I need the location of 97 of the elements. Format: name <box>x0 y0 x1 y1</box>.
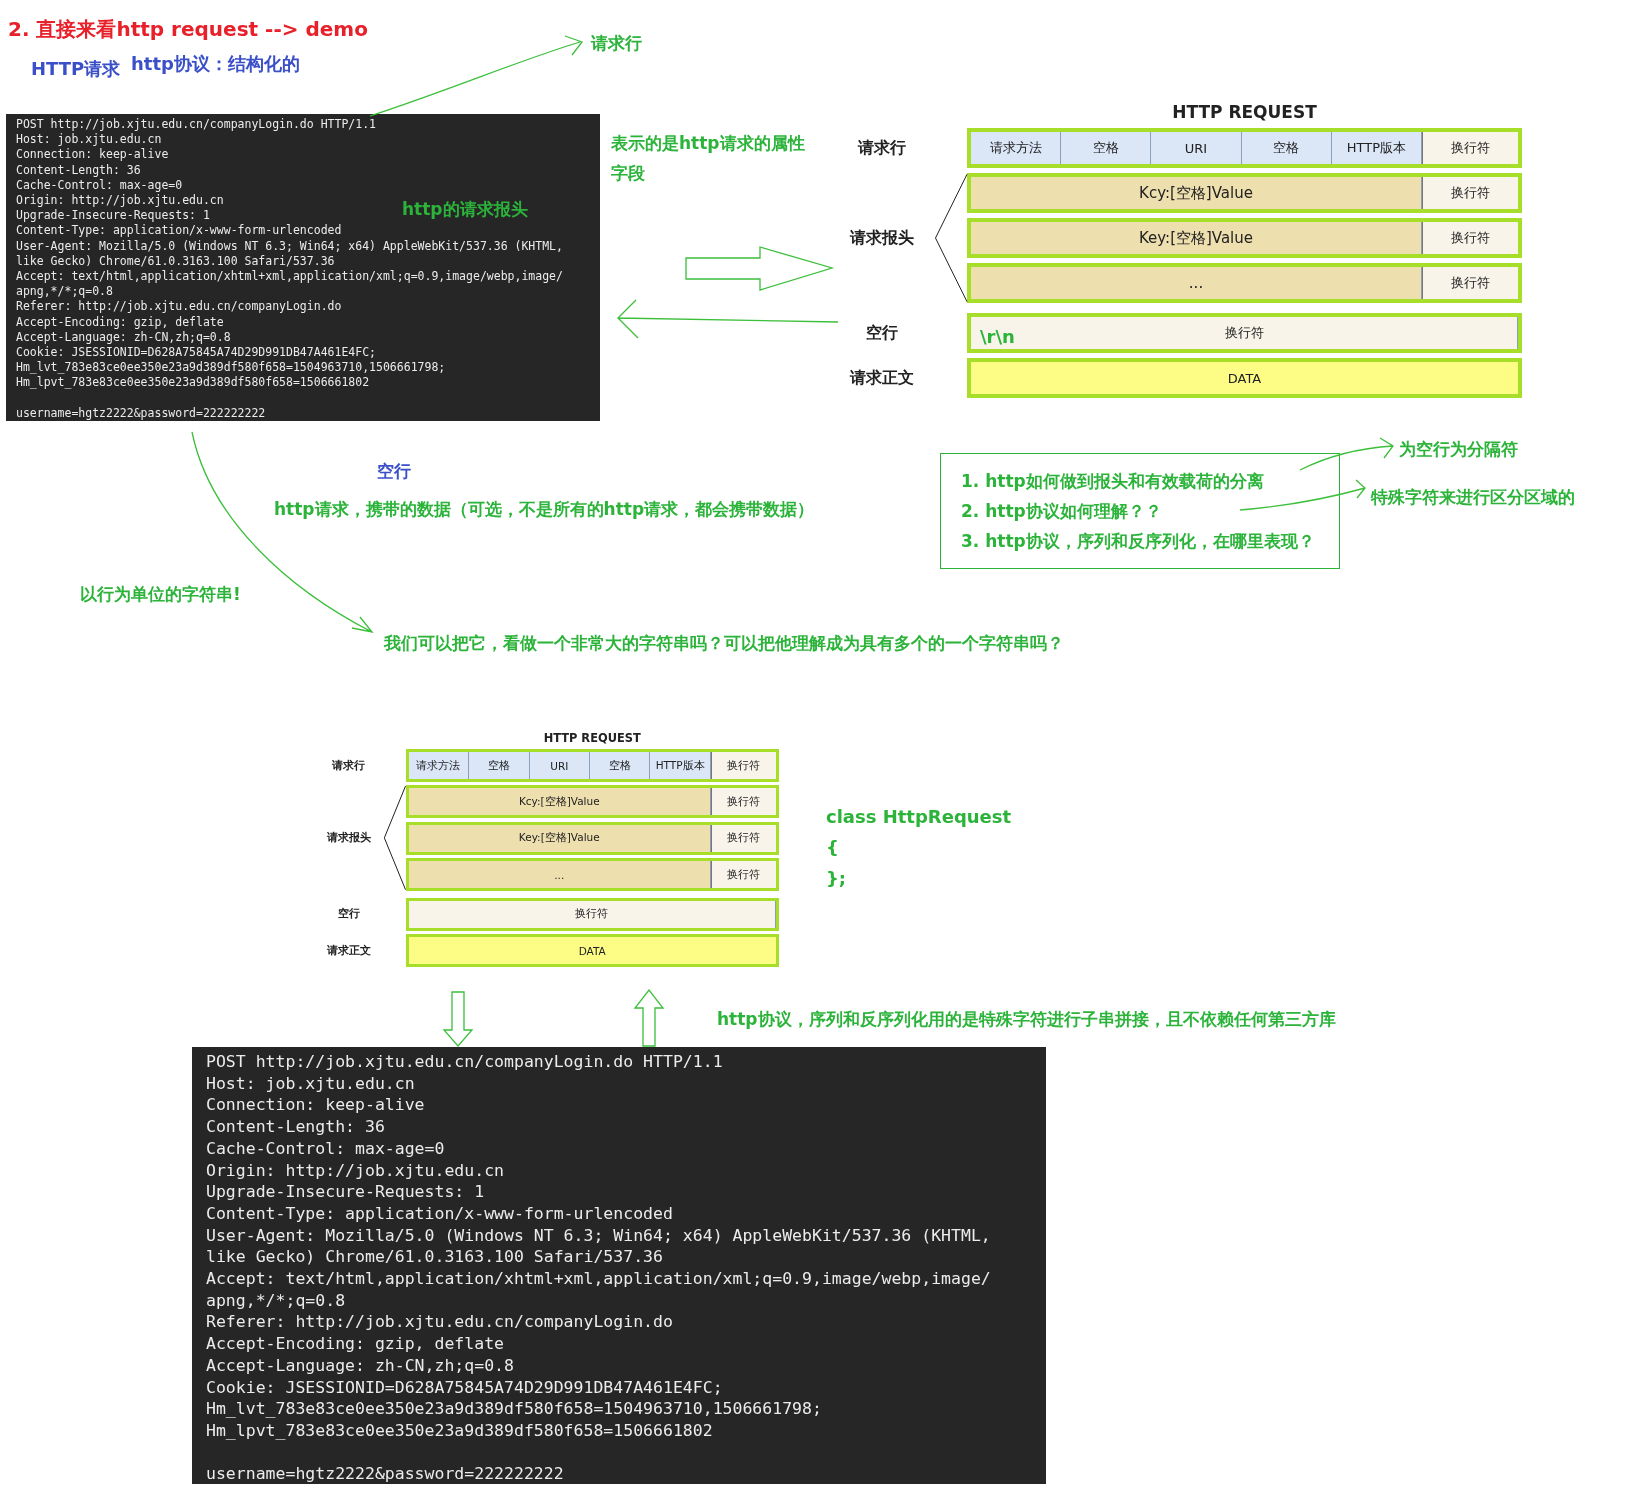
terminal-line: Referer: http://job.xjtu.edu.cn/companyLogin.do <box>206 1311 673 1334</box>
question-text: 3. http协议，序列和反序列化，在哪里表现？ <box>961 530 1316 553</box>
terminal-line: Cache-Control: max-age=0 <box>16 177 183 193</box>
diagram-cell: URI <box>1151 132 1242 164</box>
diagram-cell: 换行符 <box>1422 132 1518 164</box>
terminal-line: Content-Type: application/x-www-form-urlencoded <box>206 1202 673 1225</box>
crlf-text: \r\n <box>980 326 1015 347</box>
terminal-line: Hm_lpvt_783e83ce0ee350e23a9d389df580f658=1506661802 <box>16 375 370 391</box>
terminal-line: POST http://job.xjtu.edu.cn/companyLogin.do HTTP/1.1 <box>206 1051 723 1073</box>
diagram-cell: 换行符 <box>1422 177 1518 209</box>
terminal-line: Connection: keep-alive <box>16 147 169 163</box>
diagram-cell: 空格 <box>1241 132 1332 164</box>
row-label: 请求行 <box>856 136 907 159</box>
annotation-text: 特殊字符来进行区分区域的 <box>1371 486 1575 509</box>
terminal-line: Hm_lvt_783e83ce0ee350e23a9d389df580f658=1504963710,1506661798; <box>16 360 446 376</box>
annotation-text: http请求，携带的数据（可选，不是所有的http请求，都会携带数据） <box>274 498 815 521</box>
diagram-cell: Kcy:[空格]Value <box>971 177 1422 209</box>
terminal-line: Cache-Control: max-age=0 <box>206 1137 445 1160</box>
terminal-line: Cookie: JSESSIONID=D628A75845A74D29D991DB47A461E4FC; <box>206 1376 723 1399</box>
terminal-line: apng,*/*;q=0.8 <box>206 1289 346 1312</box>
question-text: 2. http协议如何理解？？ <box>961 500 1163 523</box>
terminal-line: Accept-Language: zh-CN,zh;q=0.8 <box>206 1354 514 1377</box>
row-label: 请求正文 <box>848 366 915 389</box>
diagram-cell: 换行符 <box>710 788 776 816</box>
terminal-line: Content-Length: 36 <box>16 162 141 178</box>
terminal-line: Accept-Encoding: gzip, deflate <box>16 314 224 330</box>
diagram-title: HTTP REQUEST <box>542 731 642 745</box>
terminal-line: User-Agent: Mozilla/5.0 (Windows NT 6.3; Win64; x64) AppleWebKit/537.36 (KHTML, <box>16 238 563 254</box>
annotation-text: 空行 <box>377 460 411 483</box>
terminal-line: User-Agent: Mozilla/5.0 (Windows NT 6.3; Win64; x64) AppleWebKit/537.36 (KHTML, <box>206 1224 991 1247</box>
annotation-text: http协议，序列和反序列化用的是特殊字符进行子串拼接，且不依赖任何第三方库 <box>717 1008 1336 1031</box>
terminal-line: Cookie: JSESSIONID=D628A75845A74D29D991DB47A461E4FC; <box>16 345 377 361</box>
diagram-cell: URI <box>529 752 590 780</box>
terminal-line: Host: job.xjtu.edu.cn <box>16 132 162 148</box>
terminal-line: Content-Length: 36 <box>206 1116 385 1138</box>
diagram-cell: 空格 <box>589 752 651 780</box>
annotation-text: http的请求报头 <box>402 198 528 221</box>
diagram-cell: 换行符 <box>1422 267 1518 299</box>
diagram-cell: Key:[空格]Value <box>971 222 1422 254</box>
row-label: 空行 <box>865 321 899 344</box>
row-label: 空行 <box>336 906 361 923</box>
terminal-line: Hm_lvt_783e83ce0ee350e23a9d389df580f658=1504963710,1506661798; <box>206 1398 822 1420</box>
row-label: 请求报头 <box>848 226 915 249</box>
diagram-cell: HTTP版本 <box>650 752 711 780</box>
row-label: 请求行 <box>331 757 367 774</box>
terminal-line: like Gecko) Chrome/61.0.3163.100 Safari/537.36 <box>16 253 335 270</box>
terminal-line: Connection: keep-alive <box>206 1094 425 1117</box>
diagram-cell: 换行符 <box>710 752 776 780</box>
terminal-line: like Gecko) Chrome/61.0.3163.100 Safari/537.36 <box>206 1246 663 1269</box>
code-line: { <box>826 836 840 860</box>
terminal-line: username=hgtz2222&password=222222222 <box>206 1463 564 1486</box>
arrow-stroke <box>633 988 665 1047</box>
diagram-cell: Key:[空格]Value <box>408 824 711 852</box>
diagram-title: HTTP REQUEST <box>1171 102 1318 122</box>
terminal-line: Origin: http://job.xjtu.edu.cn <box>16 193 224 209</box>
diagram-cell: 空格 <box>1061 132 1152 164</box>
arrow-stroke <box>442 991 474 1047</box>
code-line: }; <box>826 867 847 891</box>
terminal-line: Hm_lpvt_783e83ce0ee350e23a9d389df580f658=1506661802 <box>206 1419 713 1442</box>
subtitle-text: http协议：结构化的 <box>131 52 300 76</box>
terminal-line: username=hgtz2222&password=222222222 <box>16 405 266 422</box>
annotation-text: 我们可以把它，看做一个非常大的字符串吗？可以把他理解成为具有多个的一个字符串吗？ <box>384 632 1064 655</box>
annotation-text: 请求行 <box>591 32 642 55</box>
diagram-cell: 换行符 <box>710 824 776 852</box>
diagram-cell: 换行符 <box>1422 222 1518 254</box>
diagram-cell: HTTP版本 <box>1331 132 1422 164</box>
terminal-line: apng,*/*;q=0.8 <box>16 284 113 300</box>
diagram-cell: DATA <box>971 362 1518 394</box>
diagram-cell: 换行符 <box>408 900 776 928</box>
page-heading: 2. 直接来看http request --> demo <box>8 16 368 43</box>
diagram-cell: 请求方法 <box>971 132 1062 164</box>
subtitle-text: HTTP请求 <box>31 57 121 81</box>
diagram-cell: DATA <box>408 937 776 965</box>
terminal-line: Accept: text/html,application/xhtml+xml,application/xml;q=0.9,image/webp,image/ <box>16 269 563 285</box>
row-label: 请求正文 <box>325 942 372 959</box>
terminal-line: Content-Type: application/x-www-form-urlencoded <box>16 223 342 239</box>
terminal-line: POST http://job.xjtu.edu.cn/companyLogin.do HTTP/1.1 <box>16 117 377 133</box>
annotation-text: 以行为单位的字符串! <box>80 583 241 606</box>
diagram-cell: 空格 <box>469 752 530 780</box>
question-text: 1. http如何做到报头和有效载荷的分离 <box>961 470 1265 493</box>
terminal-line: Host: job.xjtu.edu.cn <box>206 1072 415 1095</box>
code-line: class HttpRequest <box>826 805 1012 829</box>
diagram-cell: 请求方法 <box>408 752 470 780</box>
terminal-line: Origin: http://job.xjtu.edu.cn <box>206 1159 504 1182</box>
terminal-line: Accept-Language: zh-CN,zh;q=0.8 <box>16 329 231 346</box>
row-label: 请求报头 <box>325 830 372 847</box>
diagram-cell: 换行符 <box>710 861 776 889</box>
diagram-cell: ... <box>971 267 1422 299</box>
diagram-cell: Kcy:[空格]Value <box>408 788 711 816</box>
terminal-line: Upgrade-Insecure-Requests: 1 <box>206 1181 485 1203</box>
terminal-line: Upgrade-Insecure-Requests: 1 <box>16 208 210 224</box>
terminal-line: Accept: text/html,application/xhtml+xml,application/xml;q=0.9,image/webp,image/ <box>206 1268 991 1290</box>
annotation-text: 表示的是http请求的属性字段 <box>611 132 806 185</box>
diagram-cell: ... <box>408 861 711 889</box>
annotation-text: 为空行为分隔符 <box>1399 438 1518 461</box>
terminal-line: Accept-Encoding: gzip, deflate <box>206 1333 504 1355</box>
terminal-line: Referer: http://job.xjtu.edu.cn/companyLogin.do <box>16 299 342 315</box>
